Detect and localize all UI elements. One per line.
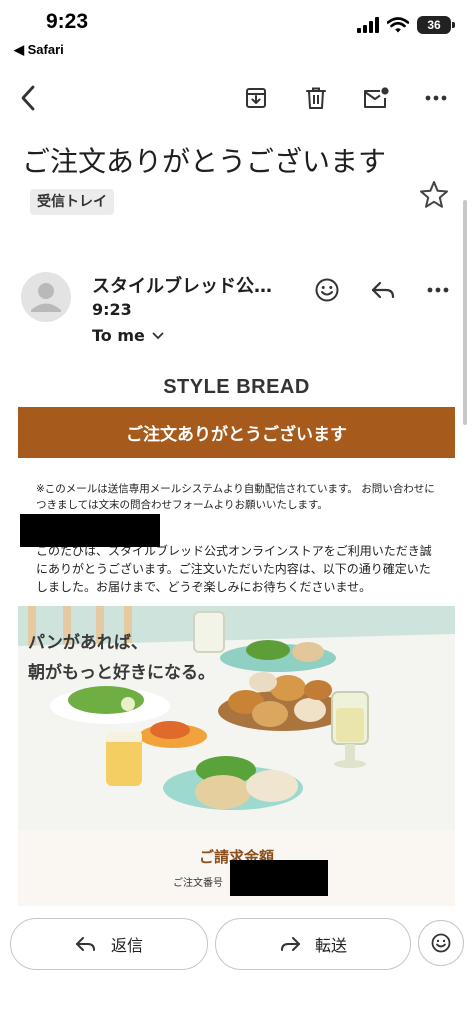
emoji-reaction-button[interactable] <box>418 920 464 966</box>
battery-icon: 36 <box>417 16 455 34</box>
status-time: 9:23 <box>46 10 89 33</box>
sent-time: 9:23 <box>92 300 132 319</box>
order-number-label: ご注文番号 <box>173 878 223 889</box>
status-icons: 36 <box>357 16 455 34</box>
hero-image: パンがあれば、 朝がもっと好きになる。 <box>18 606 455 830</box>
mark-unread-button[interactable] <box>356 78 396 118</box>
smiley-icon <box>315 278 339 302</box>
message-more-button[interactable] <box>420 272 456 308</box>
status-bar: 9:23 ◀ Safari 36 <box>0 0 473 62</box>
chevron-down-icon <box>153 332 164 340</box>
reply-icon <box>75 937 95 951</box>
forward-label: 転送 <box>314 936 347 955</box>
chevron-left-icon <box>21 85 35 111</box>
subject-text: ご注文ありがとうございます <box>22 145 387 178</box>
sender-name[interactable]: スタイルブレッド公… <box>92 272 272 298</box>
trash-icon <box>306 87 326 109</box>
sender-avatar[interactable] <box>21 272 71 322</box>
person-icon <box>31 283 61 312</box>
more-horizontal-icon <box>425 95 447 101</box>
more-horizontal-icon <box>427 287 449 293</box>
redacted-order-number <box>230 860 328 896</box>
redacted-block <box>20 514 160 547</box>
cellular-signal-icon <box>357 17 379 33</box>
recipient-toggle[interactable]: To me <box>92 326 164 345</box>
archive-icon <box>246 88 266 108</box>
reply-label: 返信 <box>110 936 143 955</box>
forward-icon <box>280 937 300 951</box>
reply-icon <box>371 281 395 299</box>
star-button[interactable] <box>417 178 451 212</box>
email-toolbar <box>0 78 473 118</box>
inbox-label-chip[interactable]: 受信トレイ <box>30 189 114 215</box>
add-reaction-button[interactable] <box>309 272 345 308</box>
brand-logo: STYLE BREAD <box>163 376 310 398</box>
archive-button[interactable] <box>236 78 276 118</box>
more-options-button[interactable] <box>416 78 456 118</box>
delete-button[interactable] <box>296 78 336 118</box>
reply-button[interactable] <box>365 272 401 308</box>
smiley-icon <box>431 933 451 953</box>
hero-tagline: パンがあれば、 朝がもっと好きになる。 <box>28 628 215 688</box>
reply-pill-button[interactable]: 返信 <box>10 918 208 970</box>
thank-you-banner: ご注文ありがとうございます <box>18 407 455 458</box>
tagline-line-2: 朝がもっと好きになる。 <box>28 663 215 683</box>
forward-pill-button[interactable]: 転送 <box>215 918 411 970</box>
email-subject: ご注文ありがとうございます受信トレイ <box>22 140 402 226</box>
tagline-line-1: パンがあれば、 <box>28 633 148 653</box>
back-button[interactable] <box>8 78 48 118</box>
bottom-action-bar: 返信 転送 <box>0 906 473 1024</box>
recipient-label: To me <box>92 326 145 345</box>
wifi-icon <box>387 17 409 33</box>
back-to-safari-link[interactable]: ◀ Safari <box>14 42 64 58</box>
auto-mail-notice: ※このメールは送信専用メールシステムより自動配信されています。 お問い合わせにつ… <box>36 483 435 511</box>
star-icon <box>420 181 448 208</box>
mail-unread-icon <box>364 87 389 108</box>
intro-text: このたびは、スタイルブレッド公式オンラインストアをご利用いただき誠にありがとうご… <box>36 544 432 594</box>
